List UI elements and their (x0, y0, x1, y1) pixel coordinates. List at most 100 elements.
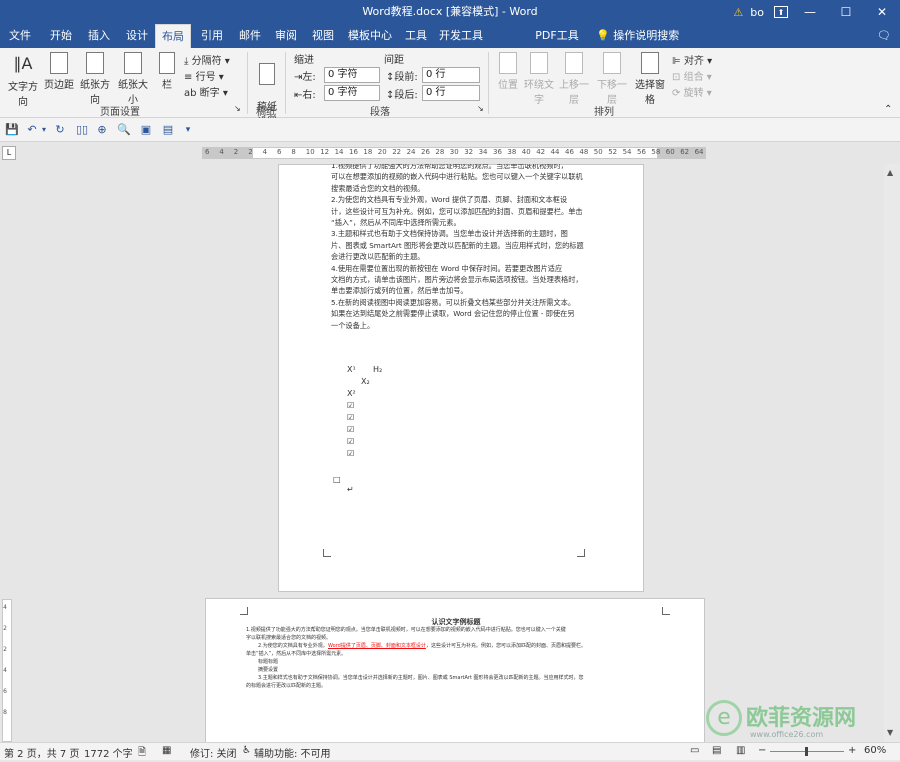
minimize-button[interactable]: — (792, 0, 828, 24)
size-button[interactable]: 纸张大小 (114, 52, 152, 106)
ruler-tick: 54 (622, 148, 632, 156)
tab-review[interactable]: 审阅 (268, 24, 304, 48)
save-icon[interactable]: 💾 (4, 122, 20, 138)
document-page-2[interactable]: 认识文字例标题 1.视频提供了功能强大的方法帮助您证明您的观点。当您单击联机视频… (205, 598, 705, 742)
dialog-launcher-icon[interactable]: ↘ (234, 104, 241, 113)
tab-references[interactable]: 引用 (194, 24, 230, 48)
vertical-scrollbar[interactable]: ▲ ▼ (884, 164, 900, 742)
tab-insert[interactable]: 插入 (80, 24, 118, 48)
document-canvas[interactable]: 1.视频提供了功能强大的方法帮助您证明您的观点。当您单击联机视频时， 可以在想要添… (14, 164, 884, 742)
margins-icon (50, 52, 68, 74)
redo-icon[interactable]: ↻ (52, 122, 68, 138)
wrap-text-button[interactable]: 环绕文字 (524, 52, 554, 106)
crop-mark (240, 607, 248, 615)
tab-file[interactable]: 文件 (2, 24, 38, 48)
track-changes-status[interactable]: 修订: 关闭 (190, 745, 237, 760)
print-layout-icon[interactable]: ▤ (712, 745, 721, 756)
breaks-button[interactable]: ⤓ 分隔符 ▾ (184, 52, 230, 67)
text-direction-icon: ∥A (13, 54, 33, 73)
align-button[interactable]: ⊫ 对齐 ▾ (672, 52, 712, 67)
hyphenation-button[interactable]: ab 断字 ▾ (184, 84, 228, 99)
user-name[interactable]: bo (750, 6, 764, 19)
margins-button[interactable]: 页边距 (44, 52, 74, 91)
zoom-out-icon[interactable]: − (758, 745, 766, 756)
ruler-tick: 56 (637, 148, 646, 156)
undo-dropdown-icon[interactable]: ▾ (36, 122, 52, 138)
orientation-button[interactable]: 纸张方向 (76, 52, 114, 106)
document-page-1[interactable]: 1.视频提供了功能强大的方法帮助您证明您的观点。当您单击联机视频时， 可以在想要添… (278, 164, 644, 592)
paragraph-line: 2.为使您的文档具有专业外观，Word 提供了页眉、页脚、封面和文本框设 (331, 195, 568, 205)
ruler-tick: 62 (680, 148, 690, 156)
indent-right-input[interactable]: 0 字符 (324, 85, 380, 101)
line-numbers-button[interactable]: ≡ 行号 ▾ (184, 68, 224, 83)
read-mode-icon[interactable]: ▭ (690, 745, 699, 756)
position-button[interactable]: 位置 (494, 52, 522, 91)
tab-layout[interactable]: 布局 (155, 24, 191, 48)
tab-view[interactable]: 视图 (305, 24, 341, 48)
screenshot-icon[interactable]: ▤ (160, 122, 176, 138)
macro-icon[interactable]: ▦ (162, 745, 171, 756)
tab-pdf-tools[interactable]: PDF工具集 (532, 24, 582, 66)
bring-forward-button[interactable]: 上移一层 (556, 52, 592, 106)
tab-mailings[interactable]: 邮件 (232, 24, 268, 48)
tell-me-search[interactable]: 💡 操作说明搜索 (596, 24, 716, 48)
web-layout-icon[interactable]: ▥ (736, 745, 745, 756)
crop-mark (577, 549, 585, 557)
text-direction-button[interactable]: ∥A 文字方向 (4, 52, 42, 108)
paragraph-line: 5.在新的阅读视图中阅读更加容易。可以折叠文档某些部分并关注所需文本。 (331, 297, 576, 307)
paragraph-line: 4.使用在需要位置出现的新按钮在 Word 中保存时间。若要更改图片适应 (331, 263, 563, 273)
rotate-button[interactable]: ⟳ 旋转 ▾ (672, 84, 712, 99)
format-painter-icon[interactable]: ▣ (138, 122, 154, 138)
spacing-before-input[interactable]: 0 行 (422, 67, 480, 83)
ruler-tick: 22 (392, 148, 402, 156)
tell-me-label: 操作说明搜索 (613, 29, 680, 42)
lightbulb-icon: 💡 (596, 29, 610, 42)
accessibility-status[interactable]: 辅助功能: 不可用 (254, 745, 331, 760)
zoom-level[interactable]: 60% (864, 745, 886, 756)
indent-left-label: ⇥左: (294, 72, 316, 83)
print-preview-icon[interactable]: 🔍 (116, 122, 132, 138)
comments-icon[interactable]: 🗨 (872, 24, 896, 48)
page-count[interactable]: 第 2 页，共 7 页 (4, 745, 79, 760)
indent-left-input[interactable]: 0 字符 (324, 67, 380, 83)
tab-home[interactable]: 开始 (42, 24, 80, 48)
group-arrange: 排列 (594, 107, 614, 118)
watermark-text: 欧菲资源网 (746, 706, 857, 731)
symbol-item: X¹ (347, 365, 356, 374)
paragraph-line: 单击要添加行或列的位置，然后单击加号。 (331, 286, 468, 296)
vertical-ruler-tick: 8 (3, 709, 7, 716)
tab-design[interactable]: 设计 (118, 24, 156, 48)
ruler-tick: 42 (536, 148, 546, 156)
columns-view-icon[interactable]: ▯▯ (74, 122, 90, 138)
word-count[interactable]: 1772 个字 (84, 745, 133, 760)
horizontal-ruler[interactable]: L 6 4 2 2 4 6 8 10 12 14 16 18 20 22 24 26 28 30 32 34 36 38 4… (0, 142, 900, 164)
ribbon-tab-bar: 文件 开始 插入 设计 布局 引用 邮件 审阅 视图 模板中心 工具 开发工具 … (0, 24, 900, 66)
close-button[interactable]: ✕ (864, 0, 900, 24)
tab-template-center[interactable]: 模板中心 (345, 24, 395, 48)
proofing-icon[interactable]: 🗎 (138, 745, 146, 762)
send-backward-button[interactable]: 下移一层 (594, 52, 630, 106)
tab-developer[interactable]: 开发工具 (436, 24, 486, 48)
warning-icon[interactable]: ⚠ (730, 4, 746, 20)
collapse-ribbon-icon[interactable]: ⌃ (884, 104, 892, 115)
zoom-in-icon[interactable]: + (848, 745, 856, 756)
ruler-strip[interactable]: 6 4 2 2 4 6 8 10 12 14 16 18 20 22 24 26 28 30 32 34 36 38 40 4… (202, 147, 706, 159)
customize-toolbar-icon[interactable]: ▾ (180, 122, 196, 138)
paragraph-dialog-launcher-icon[interactable]: ↘ (477, 104, 484, 113)
spacing-after-input[interactable]: 0 行 (422, 85, 480, 101)
web-icon[interactable]: ⊕ (94, 122, 110, 138)
ribbon-layout: ∥A 文字方向 页边距 纸张方向 纸张大小 栏 ⤓ 分隔符 ▾ ≡ 行号 ▾ a… (0, 48, 900, 128)
maximize-button[interactable]: ☐ (828, 0, 864, 24)
ruler-tick: 48 (579, 148, 589, 156)
vertical-ruler[interactable]: 4 2 2 4 6 8 (0, 164, 14, 742)
columns-button[interactable]: 栏 (156, 52, 178, 91)
tab-stop-selector[interactable]: L (2, 146, 16, 160)
group-button[interactable]: ⊡ 组合 ▾ (672, 68, 712, 83)
ruler-tick: 40 (521, 148, 531, 156)
ribbon-display-options-icon[interactable]: ⬆ (774, 6, 788, 18)
scroll-up-icon[interactable]: ▲ (887, 168, 893, 177)
tab-tools[interactable]: 工具 (398, 24, 434, 48)
selection-pane-button[interactable]: 选择窗格 (632, 52, 668, 106)
accessibility-icon[interactable]: ♿ (242, 745, 251, 756)
zoom-slider-thumb[interactable] (805, 747, 808, 756)
